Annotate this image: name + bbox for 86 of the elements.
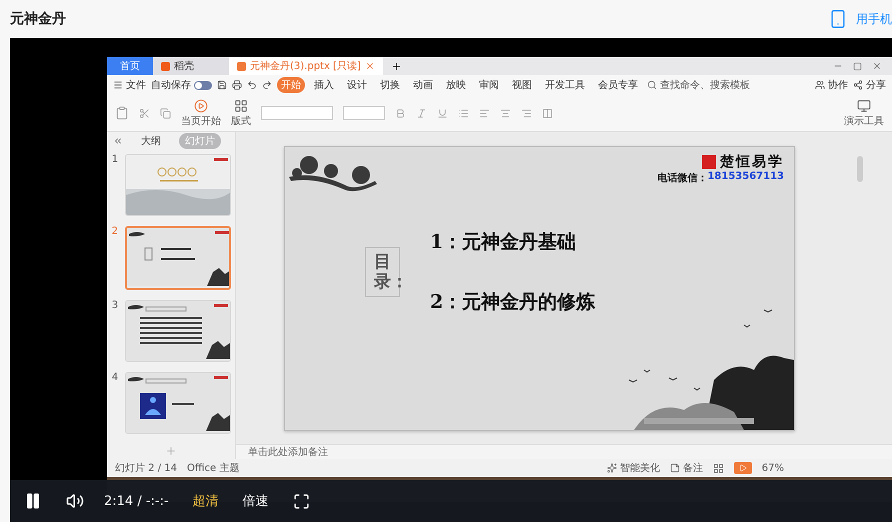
- theme-name: Office 主题: [187, 462, 240, 475]
- columns-icon[interactable]: [542, 108, 553, 118]
- undo-icon[interactable]: [247, 80, 257, 90]
- autosave-toggle[interactable]: [194, 80, 212, 90]
- presentation-tools-button[interactable]: 演示工具: [844, 98, 884, 128]
- ribbon-tab[interactable]: 放映: [442, 77, 470, 93]
- app-tab[interactable]: 稻壳: [153, 57, 229, 75]
- playback-time: 2:14 / -:-:-: [104, 494, 169, 508]
- ribbon-tab[interactable]: 会员专享: [594, 77, 642, 93]
- people-icon: [815, 80, 825, 90]
- play-icon: [738, 464, 747, 472]
- autosave-label: 自动保存: [151, 79, 191, 92]
- note-icon: [670, 463, 680, 473]
- app-tab-icon: [161, 62, 170, 70]
- logo-text: 楚恒易学: [720, 153, 784, 171]
- align-right-icon[interactable]: [521, 108, 532, 118]
- slideshow-button[interactable]: [734, 462, 752, 474]
- close-icon[interactable]: [872, 61, 882, 71]
- cut-icon[interactable]: [139, 108, 150, 118]
- notes-field[interactable]: 单击此处添加备注: [236, 444, 892, 459]
- phone-number: 18153567113: [707, 171, 784, 184]
- grid-view-icon[interactable]: [712, 462, 724, 474]
- share-icon: [853, 80, 863, 90]
- slide-number: 4: [110, 372, 120, 385]
- maximize-icon[interactable]: [853, 62, 862, 70]
- scrollbar[interactable]: [857, 156, 863, 182]
- fullscreen-button[interactable]: [292, 492, 310, 510]
- search-icon: [647, 80, 657, 90]
- contact-label: 电话微信：: [657, 172, 708, 185]
- play-icon: [194, 98, 208, 112]
- monitor-icon: [857, 98, 871, 112]
- toolbar-action[interactable]: 协作: [815, 78, 848, 92]
- align-center-icon[interactable]: [500, 108, 511, 118]
- ribbon-tab[interactable]: 切换: [376, 77, 404, 93]
- italic-icon[interactable]: [416, 108, 427, 118]
- slide-thumbnail[interactable]: [124, 372, 231, 434]
- redo-icon[interactable]: [262, 80, 272, 90]
- app-tab[interactable]: 首页: [107, 57, 153, 75]
- page-title: 元神金丹: [10, 10, 66, 28]
- save-icon[interactable]: [217, 80, 227, 90]
- bold-icon[interactable]: [395, 108, 406, 118]
- slide-number: 1: [110, 154, 120, 167]
- print-icon[interactable]: [232, 80, 242, 90]
- volume-button[interactable]: [66, 492, 84, 510]
- sparkle-icon: [606, 463, 617, 473]
- menu-icon: [113, 80, 123, 90]
- add-slide-icon[interactable]: [165, 445, 177, 457]
- paste-icon[interactable]: [115, 106, 129, 120]
- underline-icon[interactable]: [437, 108, 448, 118]
- logo-icon: [702, 155, 716, 169]
- ribbon-tab[interactable]: 开发工具: [541, 77, 589, 93]
- slide-thumbnail[interactable]: [124, 154, 231, 216]
- font-field[interactable]: [261, 106, 333, 120]
- ribbon-tab[interactable]: 视图: [508, 77, 536, 93]
- slide-thumbnail[interactable]: [124, 300, 231, 362]
- slide-heading: 目录：: [365, 246, 400, 298]
- file-menu[interactable]: 文件: [113, 78, 146, 92]
- ribbon-tab[interactable]: 动画: [409, 77, 437, 93]
- ribbon-tab[interactable]: 插入: [310, 77, 338, 93]
- layout-icon: [234, 98, 248, 112]
- slide-thumbnail[interactable]: [124, 226, 231, 290]
- new-tab-icon[interactable]: [390, 60, 402, 72]
- play-from-current-button[interactable]: 当页开始: [181, 98, 221, 128]
- app-tab-icon: [237, 62, 246, 70]
- quality-button[interactable]: 超清: [192, 492, 219, 510]
- collapse-icon[interactable]: [113, 136, 123, 146]
- ribbon-tab[interactable]: 审阅: [475, 77, 503, 93]
- toolbar-action[interactable]: 分享: [853, 78, 886, 92]
- layout-button[interactable]: 版式: [231, 98, 251, 128]
- font-size-field[interactable]: [343, 106, 385, 120]
- align-left-icon[interactable]: [479, 108, 490, 118]
- slide-item: 1：元神金丹基础: [430, 230, 578, 255]
- beautify-button[interactable]: 智能美化: [606, 461, 660, 475]
- slide-count: 幻灯片 2 / 14: [115, 462, 177, 475]
- slide-number: 2: [110, 226, 119, 239]
- pause-button[interactable]: [24, 492, 42, 510]
- command-search[interactable]: 查找命令、搜索模板: [647, 78, 750, 92]
- speed-button[interactable]: 倍速: [242, 492, 269, 510]
- slide-item: 2：元神金丹的修炼: [430, 290, 596, 315]
- notes-button[interactable]: 备注: [670, 461, 703, 475]
- slide-number: 3: [110, 300, 120, 313]
- copy-icon[interactable]: [160, 108, 171, 118]
- panel-tab[interactable]: 大纲: [135, 133, 167, 149]
- zoom-level[interactable]: 67%: [762, 462, 784, 474]
- close-icon[interactable]: [364, 61, 375, 71]
- ribbon-tab[interactable]: 设计: [343, 77, 371, 93]
